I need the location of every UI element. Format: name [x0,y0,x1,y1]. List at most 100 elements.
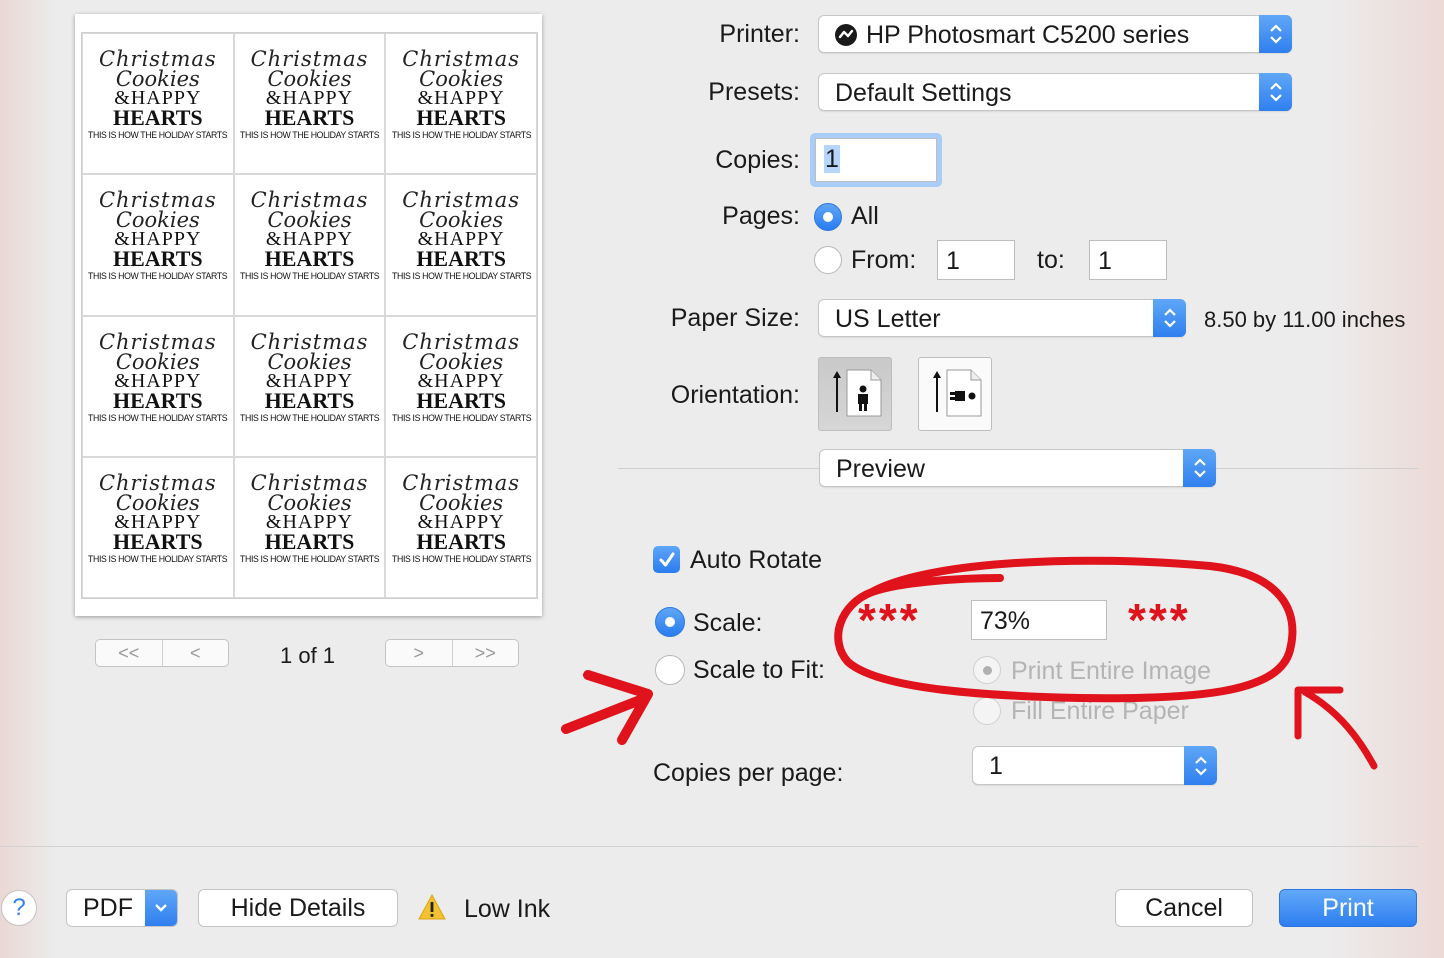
label-tagline: THIS IS HOW THE HOLIDAY STARTS [88,553,228,565]
preview-label: Christmas Cookies &HAPPY HEARTS THIS IS … [233,174,386,316]
orientation-label: Orientation: [670,381,800,409]
pdf-label: PDF [83,893,133,922]
paper-size-label: Paper Size: [670,304,800,332]
orientation-portrait-button[interactable] [818,357,892,431]
label-hearts: HEARTS [416,387,507,413]
annotation-arrow-left [561,670,653,745]
section-popup[interactable]: Preview [819,449,1216,487]
popup-stepper-icon [1259,73,1292,111]
page-indicator: 1 of 1 [280,643,336,668]
paper-dimensions: 8.50 by 11.00 inches [1204,307,1406,332]
preview-label: Christmas Cookies &HAPPY HEARTS THIS IS … [82,315,234,457]
label-grid: Christmas Cookies &HAPPY HEARTS THIS IS … [81,32,538,599]
annotation-stars-right: *** [1128,594,1191,646]
radio-dot-icon [982,665,992,675]
label-script-cookies: Cookies [115,67,200,91]
checkmark-icon [659,552,674,566]
label-script-cookies: Cookies [115,349,200,374]
preview-label: Christmas Cookies &HAPPY HEARTS THIS IS … [233,456,386,598]
label-script-cookies: Cookies [419,208,504,233]
copies-input[interactable]: 1 [815,138,937,182]
popup-stepper-icon [1184,746,1217,785]
label-hearts: HEARTS [112,387,203,413]
label-tagline: THIS IS HOW THE HOLIDAY STARTS [88,271,228,283]
presets-value: Default Settings [835,79,1012,107]
preview-label: Christmas Cookies &HAPPY HEARTS THIS IS … [82,33,234,175]
landscape-icon [933,369,982,417]
preview-nav-back-group: << < [95,639,229,667]
hide-details-button[interactable]: Hide Details [198,889,398,927]
label-hearts: HEARTS [264,246,355,272]
label-script-cookies: Cookies [419,67,504,91]
label-tagline: THIS IS HOW THE HOLIDAY STARTS [391,412,532,424]
label-script-cookies: Cookies [267,349,352,374]
previous-page-button[interactable]: < [161,640,229,666]
copies-value: 1 [824,145,840,173]
popup-stepper-icon [1259,15,1292,53]
printer-popup[interactable]: HP Photosmart C5200 series [818,15,1292,53]
pages-all-label: All [851,202,879,230]
preview-label: Christmas Cookies &HAPPY HEARTS THIS IS … [233,33,386,175]
fill-entire-paper-radio[interactable] [973,697,1001,725]
copies-per-page-popup[interactable]: 1 [972,746,1217,785]
label-hearts: HEARTS [264,387,355,413]
scale-radio[interactable] [655,607,685,637]
scale-input[interactable]: 73% [971,600,1107,640]
copies-per-page-value: 1 [989,752,1003,780]
label-hearts: HEARTS [264,528,355,554]
printer-status-icon [835,24,857,46]
printer-label: Printer: [719,20,800,48]
label-tagline: THIS IS HOW THE HOLIDAY STARTS [239,271,380,283]
annotation-stars-left: *** [858,594,921,646]
label-hearts: HEARTS [112,528,203,554]
pages-all-radio[interactable] [814,203,842,231]
cancel-button[interactable]: Cancel [1115,889,1253,927]
label-tagline: THIS IS HOW THE HOLIDAY STARTS [239,553,380,565]
preview-label: Christmas Cookies &HAPPY HEARTS THIS IS … [233,315,386,457]
pages-label: Pages: [722,202,800,230]
print-button[interactable]: Print [1279,889,1417,927]
preview-label: Christmas Cookies &HAPPY HEARTS THIS IS … [82,174,234,316]
label-tagline: THIS IS HOW THE HOLIDAY STARTS [88,130,228,141]
scale-to-fit-radio[interactable] [655,655,685,685]
presets-popup[interactable]: Default Settings [818,73,1292,111]
presets-label: Presets: [708,78,800,106]
printer-value: HP Photosmart C5200 series [866,21,1190,49]
last-page-button[interactable]: >> [451,640,519,666]
next-page-button[interactable]: > [386,640,452,666]
label-script-cookies: Cookies [267,490,352,515]
label-script-cookies: Cookies [267,67,352,91]
preview-nav-forward-group: > >> [385,639,519,667]
preview-label: Christmas Cookies &HAPPY HEARTS THIS IS … [82,456,234,598]
copies-per-page-label: Copies per page: [653,759,844,787]
annotation-arrow-right [1294,686,1378,770]
first-page-button[interactable]: << [96,640,162,666]
label-hearts: HEARTS [112,105,203,130]
preview-label: Christmas Cookies &HAPPY HEARTS THIS IS … [385,456,537,598]
help-button[interactable]: ? [1,890,37,926]
orientation-landscape-button[interactable] [918,357,992,431]
label-tagline: THIS IS HOW THE HOLIDAY STARTS [391,130,532,141]
pdf-menu-button[interactable]: PDF [66,889,178,927]
label-script-cookies: Cookies [419,490,504,515]
pages-to-label: to: [1037,246,1065,274]
label-script-cookies: Cookies [115,490,200,515]
popup-stepper-icon [1153,299,1186,337]
label-tagline: THIS IS HOW THE HOLIDAY STARTS [391,271,532,283]
auto-rotate-label: Auto Rotate [690,546,823,574]
auto-rotate-checkbox[interactable] [653,546,680,573]
footer-divider [0,846,1418,847]
fill-entire-paper-label: Fill Entire Paper [1011,697,1189,725]
print-entire-image-radio[interactable] [973,656,1001,684]
label-tagline: THIS IS HOW THE HOLIDAY STARTS [239,130,380,141]
pages-to-input[interactable]: 1 [1089,240,1167,280]
label-tagline: THIS IS HOW THE HOLIDAY STARTS [88,412,228,424]
copies-label: Copies: [715,146,800,174]
scale-label: Scale: [693,609,763,637]
label-hearts: HEARTS [112,246,203,272]
low-ink-label: Low Ink [464,895,551,923]
pages-from-input[interactable]: 1 [937,240,1015,280]
label-script-cookies: Cookies [267,208,352,233]
pages-from-radio[interactable] [814,246,842,274]
paper-size-popup[interactable]: US Letter [818,299,1186,337]
